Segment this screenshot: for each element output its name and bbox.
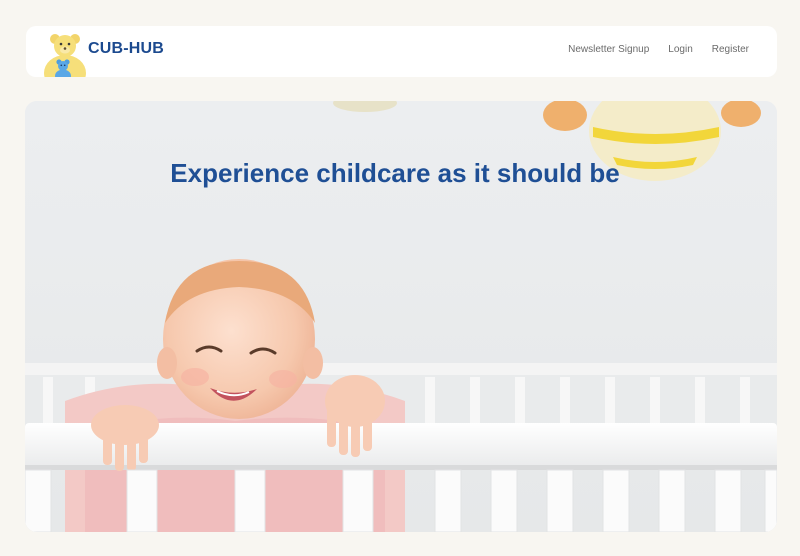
nav-link-newsletter-signup[interactable]: Newsletter Signup: [568, 44, 649, 55]
brand-name[interactable]: CUB-HUB: [88, 40, 164, 58]
bear-logo-icon[interactable]: [43, 31, 91, 77]
hero-headline: Experience childcare as it should be: [170, 158, 620, 189]
page: CUB-HUB Newsletter Signup Login Register: [0, 0, 800, 556]
nav-link-login[interactable]: Login: [668, 44, 692, 55]
nav-links: Newsletter Signup Login Register: [568, 44, 749, 55]
hero-banner: Experience childcare as it should be: [25, 101, 777, 532]
nav-link-register[interactable]: Register: [712, 44, 749, 55]
top-navbar: CUB-HUB Newsletter Signup Login Register: [26, 26, 777, 77]
